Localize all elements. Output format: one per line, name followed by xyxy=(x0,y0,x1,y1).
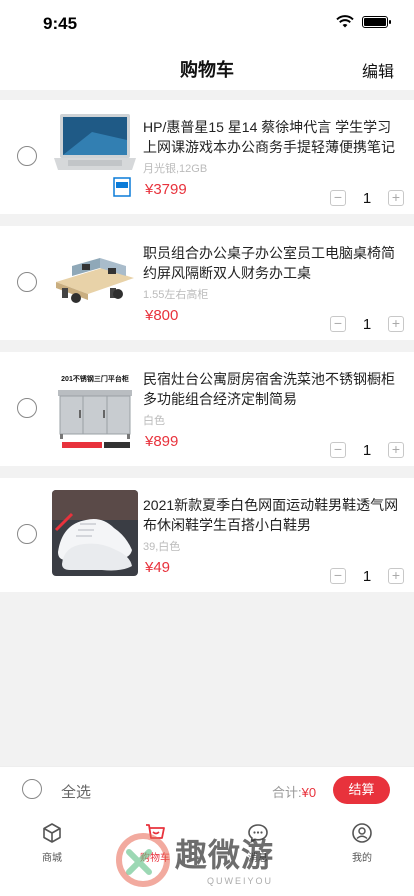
item-spec: 39,白色 xyxy=(143,541,181,553)
product-image-cabinet[interactable]: 201不锈钢三门平台柜 xyxy=(52,364,138,450)
select-all-radio[interactable] xyxy=(22,779,42,799)
item-spec: 1.55左右高柜 xyxy=(143,289,209,301)
product-image-sneakers[interactable] xyxy=(52,490,138,576)
tab-label: 购物车 xyxy=(140,853,170,864)
total: 合计:¥0 xyxy=(272,782,316,801)
item-title[interactable]: 民宿灶台公寓厨房宿舍洗菜池不锈钢橱柜多功能组合经济定制简易 xyxy=(143,369,399,409)
decrease-button[interactable]: − xyxy=(330,568,346,584)
decrease-button[interactable]: − xyxy=(330,442,346,458)
item-price: ¥49 xyxy=(145,559,171,576)
item-select-radio[interactable] xyxy=(17,524,37,544)
status-bar: 9:45 xyxy=(0,0,414,44)
cart-icon xyxy=(146,824,165,839)
increase-button[interactable]: + xyxy=(388,568,404,584)
cart-item: 职员组合办公桌子办公室员工电脑桌椅简约屏风隔断双人财务办工桌 1.55左右高柜 … xyxy=(0,226,414,340)
page-title: 购物车 xyxy=(180,60,234,80)
item-spec: 白色 xyxy=(143,415,165,427)
quantity-stepper: − 1 + xyxy=(330,316,404,334)
quantity-value: 1 xyxy=(362,442,372,459)
status-icons xyxy=(336,15,391,28)
cart-item: 2021新款夏季白色网面运动鞋男鞋透气网布休闲鞋学生百搭小白鞋男 39,白色 ¥… xyxy=(0,478,414,592)
increase-button[interactable]: + xyxy=(388,316,404,332)
tab-label: 我的 xyxy=(352,853,372,864)
quantity-stepper: − 1 + xyxy=(330,568,404,586)
nav-bar: 购物车 编辑 xyxy=(0,44,414,90)
item-spec: 月光银,12GB xyxy=(143,163,208,175)
cube-icon xyxy=(43,823,61,843)
quantity-stepper: − 1 + xyxy=(330,442,404,460)
item-title[interactable]: 职员组合办公桌子办公室员工电脑桌椅简约屏风隔断双人财务办工桌 xyxy=(143,243,399,283)
tab-mall[interactable]: 商城 xyxy=(17,822,87,864)
quantity-value: 1 xyxy=(362,568,372,585)
user-icon xyxy=(352,823,372,843)
item-price: ¥899 xyxy=(145,433,179,450)
tab-cart[interactable]: 购物车 xyxy=(120,822,190,864)
product-image-office-desk[interactable] xyxy=(52,238,138,324)
decrease-button[interactable]: − xyxy=(330,316,346,332)
tab-messages[interactable]: 消息 xyxy=(223,822,293,864)
tab-profile[interactable]: 我的 xyxy=(327,822,397,864)
tab-label: 消息 xyxy=(248,853,268,864)
item-select-radio[interactable] xyxy=(17,146,37,166)
image-caption: 201不锈钢三门平台柜 xyxy=(61,376,129,383)
quantity-value: 1 xyxy=(362,190,372,207)
item-title[interactable]: HP/惠普星15 星14 蔡徐坤代言 学生学习上网课游戏本办公商务手提轻薄便携笔… xyxy=(143,117,399,157)
edit-button[interactable]: 编辑 xyxy=(362,58,394,82)
item-price: ¥3799 xyxy=(145,181,187,198)
checkout-bar: 全选 合计:¥0 结算 xyxy=(0,766,414,812)
increase-button[interactable]: + xyxy=(388,190,404,206)
product-image-laptop[interactable] xyxy=(52,112,138,198)
checkout-button[interactable]: 结算 xyxy=(333,776,390,804)
select-all-label[interactable]: 全选 xyxy=(61,781,91,802)
quantity-value: 1 xyxy=(362,316,372,333)
chat-icon xyxy=(248,824,268,843)
total-label: 合计: xyxy=(272,785,302,800)
cart-item: HP/惠普星15 星14 蔡徐坤代言 学生学习上网课游戏本办公商务手提轻薄便携笔… xyxy=(0,100,414,214)
total-value: ¥0 xyxy=(301,785,317,800)
wifi-icon xyxy=(336,15,354,28)
tab-label: 商城 xyxy=(42,853,62,864)
tab-bar: 商城 购物车 消息 我的 xyxy=(0,812,414,896)
decrease-button[interactable]: − xyxy=(330,190,346,206)
increase-button[interactable]: + xyxy=(388,442,404,458)
item-title[interactable]: 2021新款夏季白色网面运动鞋男鞋透气网布休闲鞋学生百搭小白鞋男 xyxy=(143,495,399,535)
item-select-radio[interactable] xyxy=(17,272,37,292)
status-time: 9:45 xyxy=(43,14,78,33)
battery-icon xyxy=(362,15,391,28)
item-select-radio[interactable] xyxy=(17,398,37,418)
quantity-stepper: − 1 + xyxy=(330,190,404,208)
cart-item: 201不锈钢三门平台柜 民宿灶台公寓厨房宿舍洗菜池不锈钢橱柜多功能组合经济定制简… xyxy=(0,352,414,466)
item-price: ¥800 xyxy=(145,307,179,324)
